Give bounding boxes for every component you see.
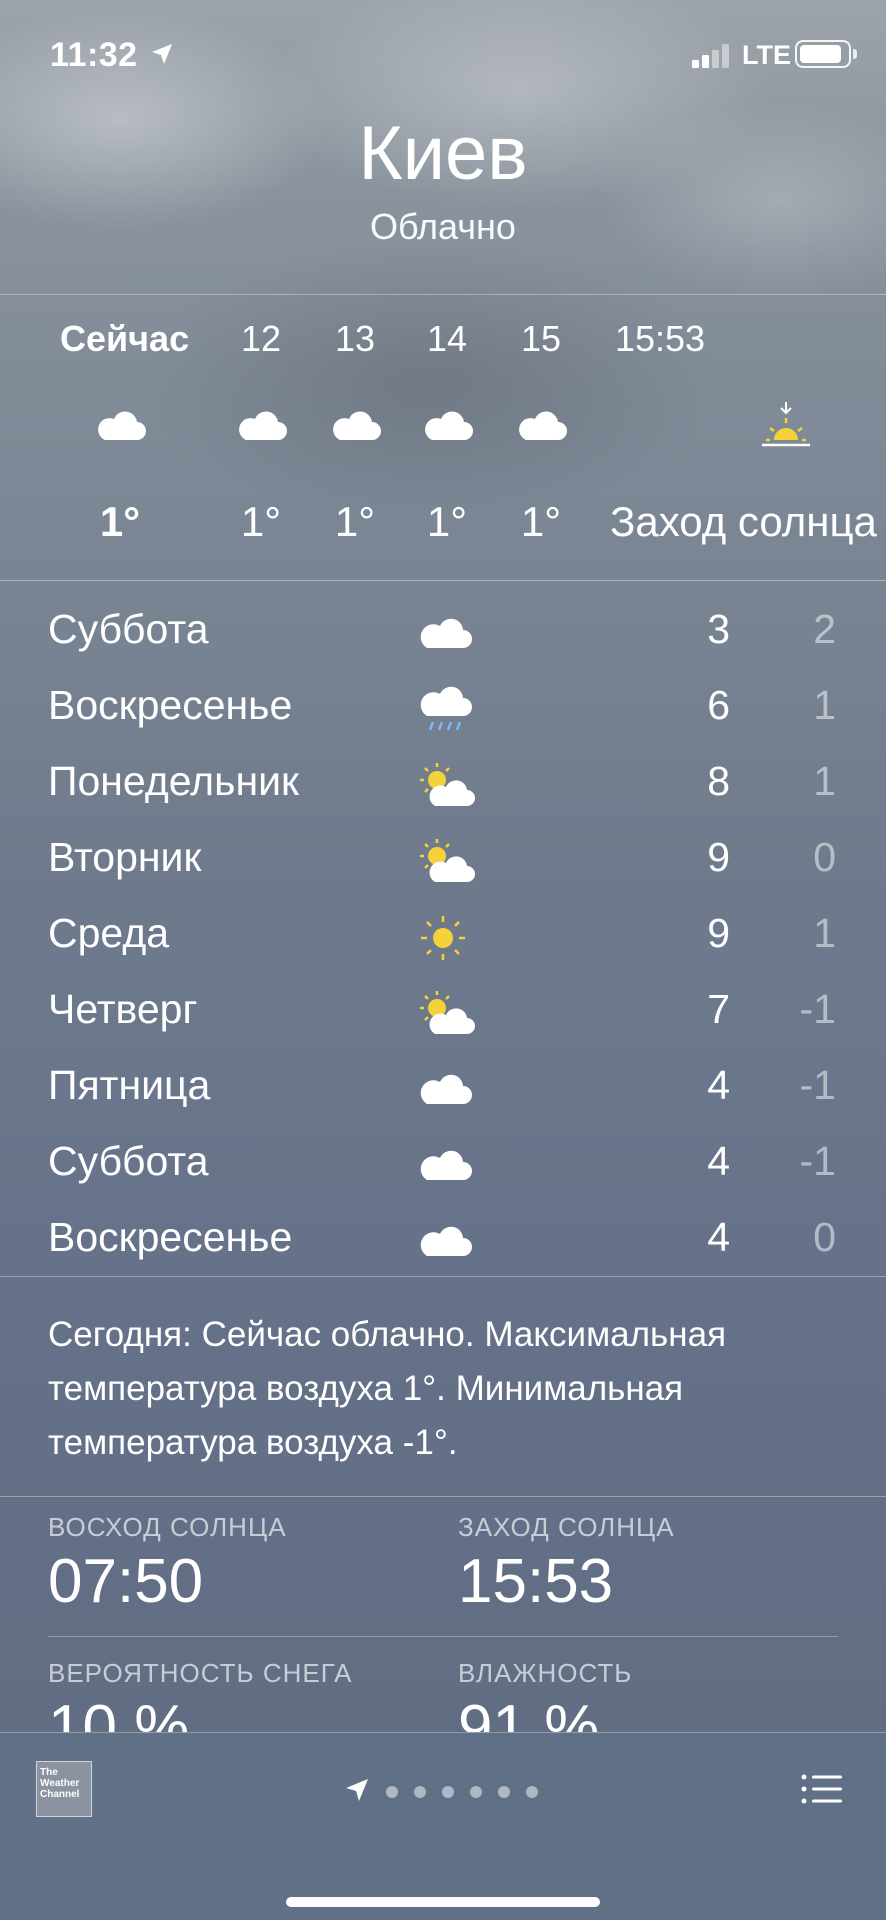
partly-cloudy-icon (420, 763, 475, 806)
page-dot[interactable] (498, 1786, 510, 1798)
hour-temp: 1° (99, 498, 141, 545)
day-row: Среда 9 1 (0, 900, 886, 976)
partly-cloudy-icon (420, 839, 475, 882)
hour-temp: Заход солнца (610, 498, 877, 545)
summary-line: температура воздуха -1°. (48, 1423, 458, 1462)
day-low: 1 (813, 682, 836, 728)
sunset-label: ЗАХОД СОЛНЦА (458, 1512, 675, 1542)
day-low: 0 (813, 1214, 836, 1260)
location-arrow-icon (152, 44, 172, 64)
day-name: Воскресенье (48, 1214, 293, 1260)
weather-channel-logo[interactable]: The Weather Channel (36, 1761, 92, 1817)
city-name: Киев (358, 111, 528, 196)
forecast-summary: Сегодня: Сейчас облачно. Максимальная те… (48, 1308, 848, 1470)
current-condition: Облачно (370, 206, 516, 247)
day-high: 4 (707, 1062, 730, 1108)
divider (0, 1496, 886, 1497)
day-high: 3 (707, 606, 730, 652)
day-name: Вторник (48, 834, 202, 880)
day-low: 1 (813, 758, 836, 804)
sunset-icon (762, 402, 810, 447)
divider (0, 1276, 886, 1277)
day-row: Суббота 3 2 (0, 596, 886, 672)
snow-chance-label: ВЕРОЯТНОСТЬ СНЕГА (48, 1658, 353, 1688)
divider (0, 580, 886, 581)
day-high: 7 (707, 986, 730, 1032)
sunrise-label: ВОСХОД СОЛНЦА (48, 1512, 287, 1542)
day-row: Воскресенье 4 0 (0, 1204, 886, 1280)
day-row: Воскресенье 6 1 (0, 672, 886, 748)
day-low: 2 (813, 606, 836, 652)
humidity-value: 91 % (458, 1693, 600, 1732)
day-name: Воскресенье (48, 682, 293, 728)
page-dot[interactable] (442, 1786, 454, 1798)
home-indicator[interactable] (286, 1897, 600, 1907)
sunset-value: 15:53 (458, 1547, 614, 1616)
battery-tip (853, 49, 857, 59)
cloud-icon (98, 411, 146, 440)
cloud-icon (420, 1150, 472, 1180)
signal-icon (692, 44, 729, 68)
hour-label: 15:53 (614, 318, 706, 359)
detail-separator (48, 1636, 838, 1637)
sun-icon (421, 916, 465, 960)
hourly-forecast[interactable]: Сейчас 1° 12 1° 13 1° 14 1° 15 1° 15:53 (0, 296, 886, 580)
day-low: 1 (813, 910, 836, 956)
day-high: 4 (707, 1138, 730, 1184)
day-name: Понедельник (48, 758, 299, 804)
cloud-icon (420, 1226, 472, 1256)
day-low: 0 (813, 834, 836, 880)
divider (0, 294, 886, 295)
day-row: Понедельник 8 1 (0, 748, 886, 824)
day-low: -1 (799, 986, 836, 1032)
day-row: Пятница 4 -1 (0, 1052, 886, 1128)
page-dot[interactable] (526, 1786, 538, 1798)
partly-cloudy-icon (420, 991, 475, 1034)
day-high: 8 (707, 758, 730, 804)
day-high: 9 (707, 910, 730, 956)
day-low: -1 (799, 1138, 836, 1184)
cloud-icon (420, 1074, 472, 1104)
cloud-icon (420, 618, 472, 648)
day-high: 4 (707, 1214, 730, 1260)
day-name: Пятница (48, 1062, 211, 1108)
hour-label: Сейчас (60, 318, 190, 359)
day-row: Суббота 4 -1 (0, 1128, 886, 1204)
day-row: Четверг 7 -1 (0, 976, 886, 1052)
cloud-icon (519, 411, 567, 440)
status-time: 11:32 (50, 36, 138, 74)
summary-line: температура воздуха 1°. Минимальная (48, 1369, 684, 1408)
day-name: Четверг (48, 986, 198, 1032)
city-list-icon[interactable] (800, 1773, 844, 1805)
sunrise-value: 07:50 (48, 1547, 204, 1616)
day-high: 6 (707, 682, 730, 728)
logo-text: The Weather Channel (40, 1767, 80, 1800)
page-dot[interactable] (386, 1786, 398, 1798)
summary-line: Сегодня: Сейчас облачно. Максимальная (48, 1315, 727, 1354)
daily-forecast: Суббота 3 2 Воскресенье 6 1 Понедельник … (0, 596, 886, 1280)
hour-temp: 1° (520, 498, 562, 545)
page-indicator[interactable] (386, 1785, 554, 1799)
network-type: LTE (742, 40, 791, 70)
day-name: Суббота (48, 1138, 209, 1184)
page-dot[interactable] (414, 1786, 426, 1798)
day-low: -1 (799, 1062, 836, 1108)
cloud-icon (239, 411, 287, 440)
day-name: Среда (48, 910, 170, 956)
page-dot[interactable] (470, 1786, 482, 1798)
current-location-icon[interactable] (344, 1777, 370, 1803)
status-bar: 11:32 LTE (0, 0, 886, 110)
day-high: 9 (707, 834, 730, 880)
day-name: Суббота (48, 606, 209, 652)
day-row: Вторник 9 0 (0, 824, 886, 900)
snow-chance-value: 10 % (48, 1693, 190, 1732)
cloud-icon (425, 411, 473, 440)
humidity-label: ВЛАЖНОСТЬ (458, 1658, 633, 1688)
cloud-rain-icon (420, 686, 472, 731)
battery-icon (795, 40, 851, 68)
bottom-toolbar: The Weather Channel (0, 1732, 886, 1920)
details-panel: ВОСХОД СОЛНЦА 07:50 ЗАХОД СОЛНЦА 15:53 В… (0, 1506, 886, 1732)
cloud-icon (333, 411, 381, 440)
